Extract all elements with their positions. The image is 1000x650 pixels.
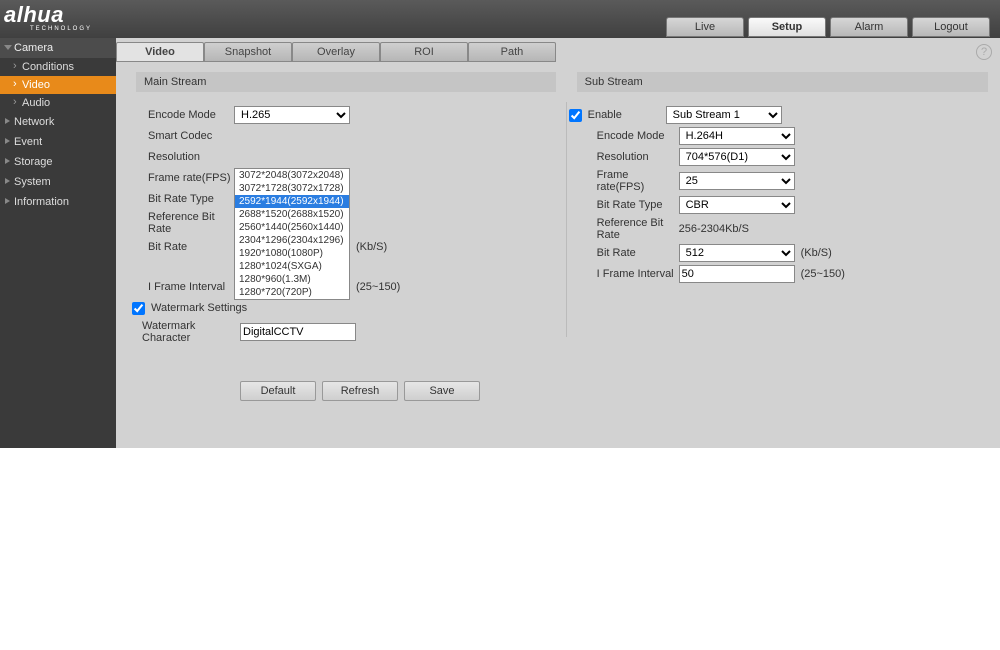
sub-iframe-suffix: (25~150): [801, 268, 845, 280]
resolution-option[interactable]: 2592*1944(2592x1944): [235, 195, 349, 208]
tab-path[interactable]: Path: [468, 42, 556, 62]
label-resolution: Resolution: [142, 151, 234, 163]
resolution-option[interactable]: 1280*1024(SXGA): [235, 260, 349, 273]
resolution-option[interactable]: 1280*960(1.3M): [235, 273, 349, 286]
resolution-option[interactable]: 3072*1728(3072x1728): [235, 182, 349, 195]
label-encode-mode: Encode Mode: [142, 109, 234, 121]
iframe-suffix: (25~150): [356, 281, 400, 293]
label-sub-encode-mode: Encode Mode: [583, 130, 679, 142]
resolution-option[interactable]: 2304*1296(2304x1296): [235, 234, 349, 247]
topnav-live[interactable]: Live: [666, 17, 744, 37]
sub-stream-title: Sub Stream: [577, 72, 988, 92]
label-bit-rate: Bit Rate: [142, 241, 234, 253]
main-encode-mode-select[interactable]: H.265: [234, 106, 350, 124]
label-sub-frame-rate: Frame rate(FPS): [583, 169, 679, 193]
sidebar-cat-event[interactable]: Event: [0, 132, 116, 152]
label-ref-bit-rate: Reference Bit Rate: [142, 211, 234, 235]
topnav-setup[interactable]: Setup: [748, 17, 826, 37]
sidebar-cat-storage[interactable]: Storage: [0, 152, 116, 172]
label-sub-ref-bit-rate: Reference Bit Rate: [583, 217, 679, 241]
sub-enable-checkbox[interactable]: [569, 109, 582, 122]
label-sub-bit-rate: Bit Rate: [583, 247, 679, 259]
label-watermark-settings: Watermark Settings: [151, 302, 247, 314]
resolution-option[interactable]: 1280*720(720P): [235, 286, 349, 299]
main-stream-title: Main Stream: [136, 72, 556, 92]
tab-overlay[interactable]: Overlay: [292, 42, 380, 62]
sidebar-item-audio[interactable]: Audio: [0, 94, 116, 112]
refresh-button[interactable]: Refresh: [322, 381, 398, 401]
bit-rate-suffix: (Kb/S): [356, 241, 387, 253]
save-button[interactable]: Save: [404, 381, 480, 401]
sidebar-cat-network[interactable]: Network: [0, 112, 116, 132]
resolution-option[interactable]: 3072*2048(3072x2048): [235, 169, 349, 182]
tab-roi[interactable]: ROI: [380, 42, 468, 62]
resolution-option[interactable]: 1920*1080(1080P): [235, 247, 349, 260]
watermark-checkbox[interactable]: [132, 302, 145, 315]
sub-ref-bit-rate-value: 256-2304Kb/S: [679, 223, 749, 235]
brand-logo: alhua TECHNOLOGY: [4, 7, 92, 31]
label-sub-enable: Enable: [588, 109, 666, 121]
default-button[interactable]: Default: [240, 381, 316, 401]
label-smart-codec: Smart Codec: [142, 130, 234, 142]
sub-stream-select[interactable]: Sub Stream 1: [666, 106, 782, 124]
label-sub-iframe: I Frame Interval: [583, 268, 679, 280]
sub-bit-rate-select[interactable]: 512: [679, 244, 795, 262]
sidebar-head-camera[interactable]: Camera: [0, 38, 116, 58]
sub-encode-mode-select[interactable]: H.264H: [679, 127, 795, 145]
sidebar-cat-system[interactable]: System: [0, 172, 116, 192]
tab-snapshot[interactable]: Snapshot: [204, 42, 292, 62]
sidebar-item-conditions[interactable]: Conditions: [0, 58, 116, 76]
sub-resolution-select[interactable]: 704*576(D1): [679, 148, 795, 166]
resolution-option[interactable]: 2560*1440(2560x1440): [235, 221, 349, 234]
topnav-alarm[interactable]: Alarm: [830, 17, 908, 37]
help-icon[interactable]: ?: [976, 44, 992, 60]
label-bit-rate-type: Bit Rate Type: [142, 193, 234, 205]
label-iframe: I Frame Interval: [142, 281, 234, 293]
sidebar-cat-information[interactable]: Information: [0, 192, 116, 212]
topnav-logout[interactable]: Logout: [912, 17, 990, 37]
watermark-character-input[interactable]: [240, 323, 356, 341]
resolution-option[interactable]: 2688*1520(2688x1520): [235, 208, 349, 221]
label-sub-bit-rate-type: Bit Rate Type: [583, 199, 679, 211]
sub-iframe-input[interactable]: [679, 265, 795, 283]
tab-video[interactable]: Video: [116, 42, 204, 62]
label-watermark-character: Watermark Character: [142, 320, 240, 344]
sub-frame-rate-select[interactable]: 25: [679, 172, 795, 190]
label-frame-rate: Frame rate(FPS): [142, 172, 234, 184]
sub-bit-rate-type-select[interactable]: CBR: [679, 196, 795, 214]
resolution-dropdown-list[interactable]: 3072*2048(3072x2048)3072*1728(3072x1728)…: [234, 168, 350, 300]
label-sub-resolution: Resolution: [583, 151, 679, 163]
sub-bit-rate-suffix: (Kb/S): [801, 247, 832, 259]
sidebar-item-video[interactable]: Video: [0, 76, 116, 94]
